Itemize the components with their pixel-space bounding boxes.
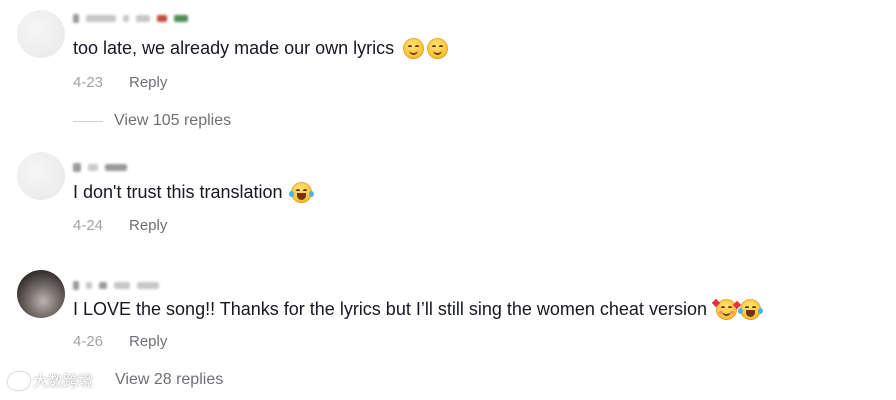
avatar[interactable] xyxy=(17,270,65,318)
view-replies-button[interactable]: View 105 replies xyxy=(73,112,231,130)
avatar[interactable] xyxy=(17,152,65,200)
smiling-face-with-hearts-icon xyxy=(711,298,742,320)
watermark-text: 大数跨境 xyxy=(33,373,94,390)
tears-of-joy-icon xyxy=(288,181,314,203)
comment-date: 4-26 xyxy=(73,333,104,350)
username-blurred[interactable] xyxy=(73,12,188,24)
comment-meta: 4-26 Reply xyxy=(73,333,167,351)
reply-button[interactable]: Reply xyxy=(129,217,167,235)
username-blurred[interactable] xyxy=(73,161,127,173)
reply-button[interactable]: Reply xyxy=(129,74,167,92)
view-replies-button[interactable]: View 28 replies xyxy=(115,371,223,389)
reply-button[interactable]: Reply xyxy=(129,333,167,351)
comment-meta: 4-23 Reply xyxy=(73,74,167,92)
tears-of-joy-icon xyxy=(737,298,763,320)
view-replies-label: View 105 replies xyxy=(114,112,232,129)
username-blurred[interactable] xyxy=(73,279,159,291)
comment-text: I LOVE the song!! Thanks for the lyrics … xyxy=(73,298,763,320)
comment-text-content: too late, we already made our own lyrics xyxy=(73,38,395,58)
comment-text-content: I don't trust this translation xyxy=(73,182,283,202)
comment-date: 4-23 xyxy=(73,74,104,91)
view-replies-label: View 28 replies xyxy=(115,371,224,388)
comment-text-content: I LOVE the song!! Thanks for the lyrics … xyxy=(73,299,707,319)
watermark: 大数跨境 xyxy=(8,370,93,391)
smiling-face-icon xyxy=(427,37,449,59)
comment-meta: 4-24 Reply xyxy=(73,217,167,235)
divider xyxy=(73,120,103,122)
avatar[interactable] xyxy=(17,10,65,58)
comment-date: 4-24 xyxy=(73,217,104,234)
comment-text: too late, we already made our own lyrics xyxy=(73,37,449,59)
comment-text: I don't trust this translation xyxy=(73,181,314,203)
smiling-face-icon xyxy=(403,37,425,59)
watermark-logo-icon xyxy=(8,371,30,390)
